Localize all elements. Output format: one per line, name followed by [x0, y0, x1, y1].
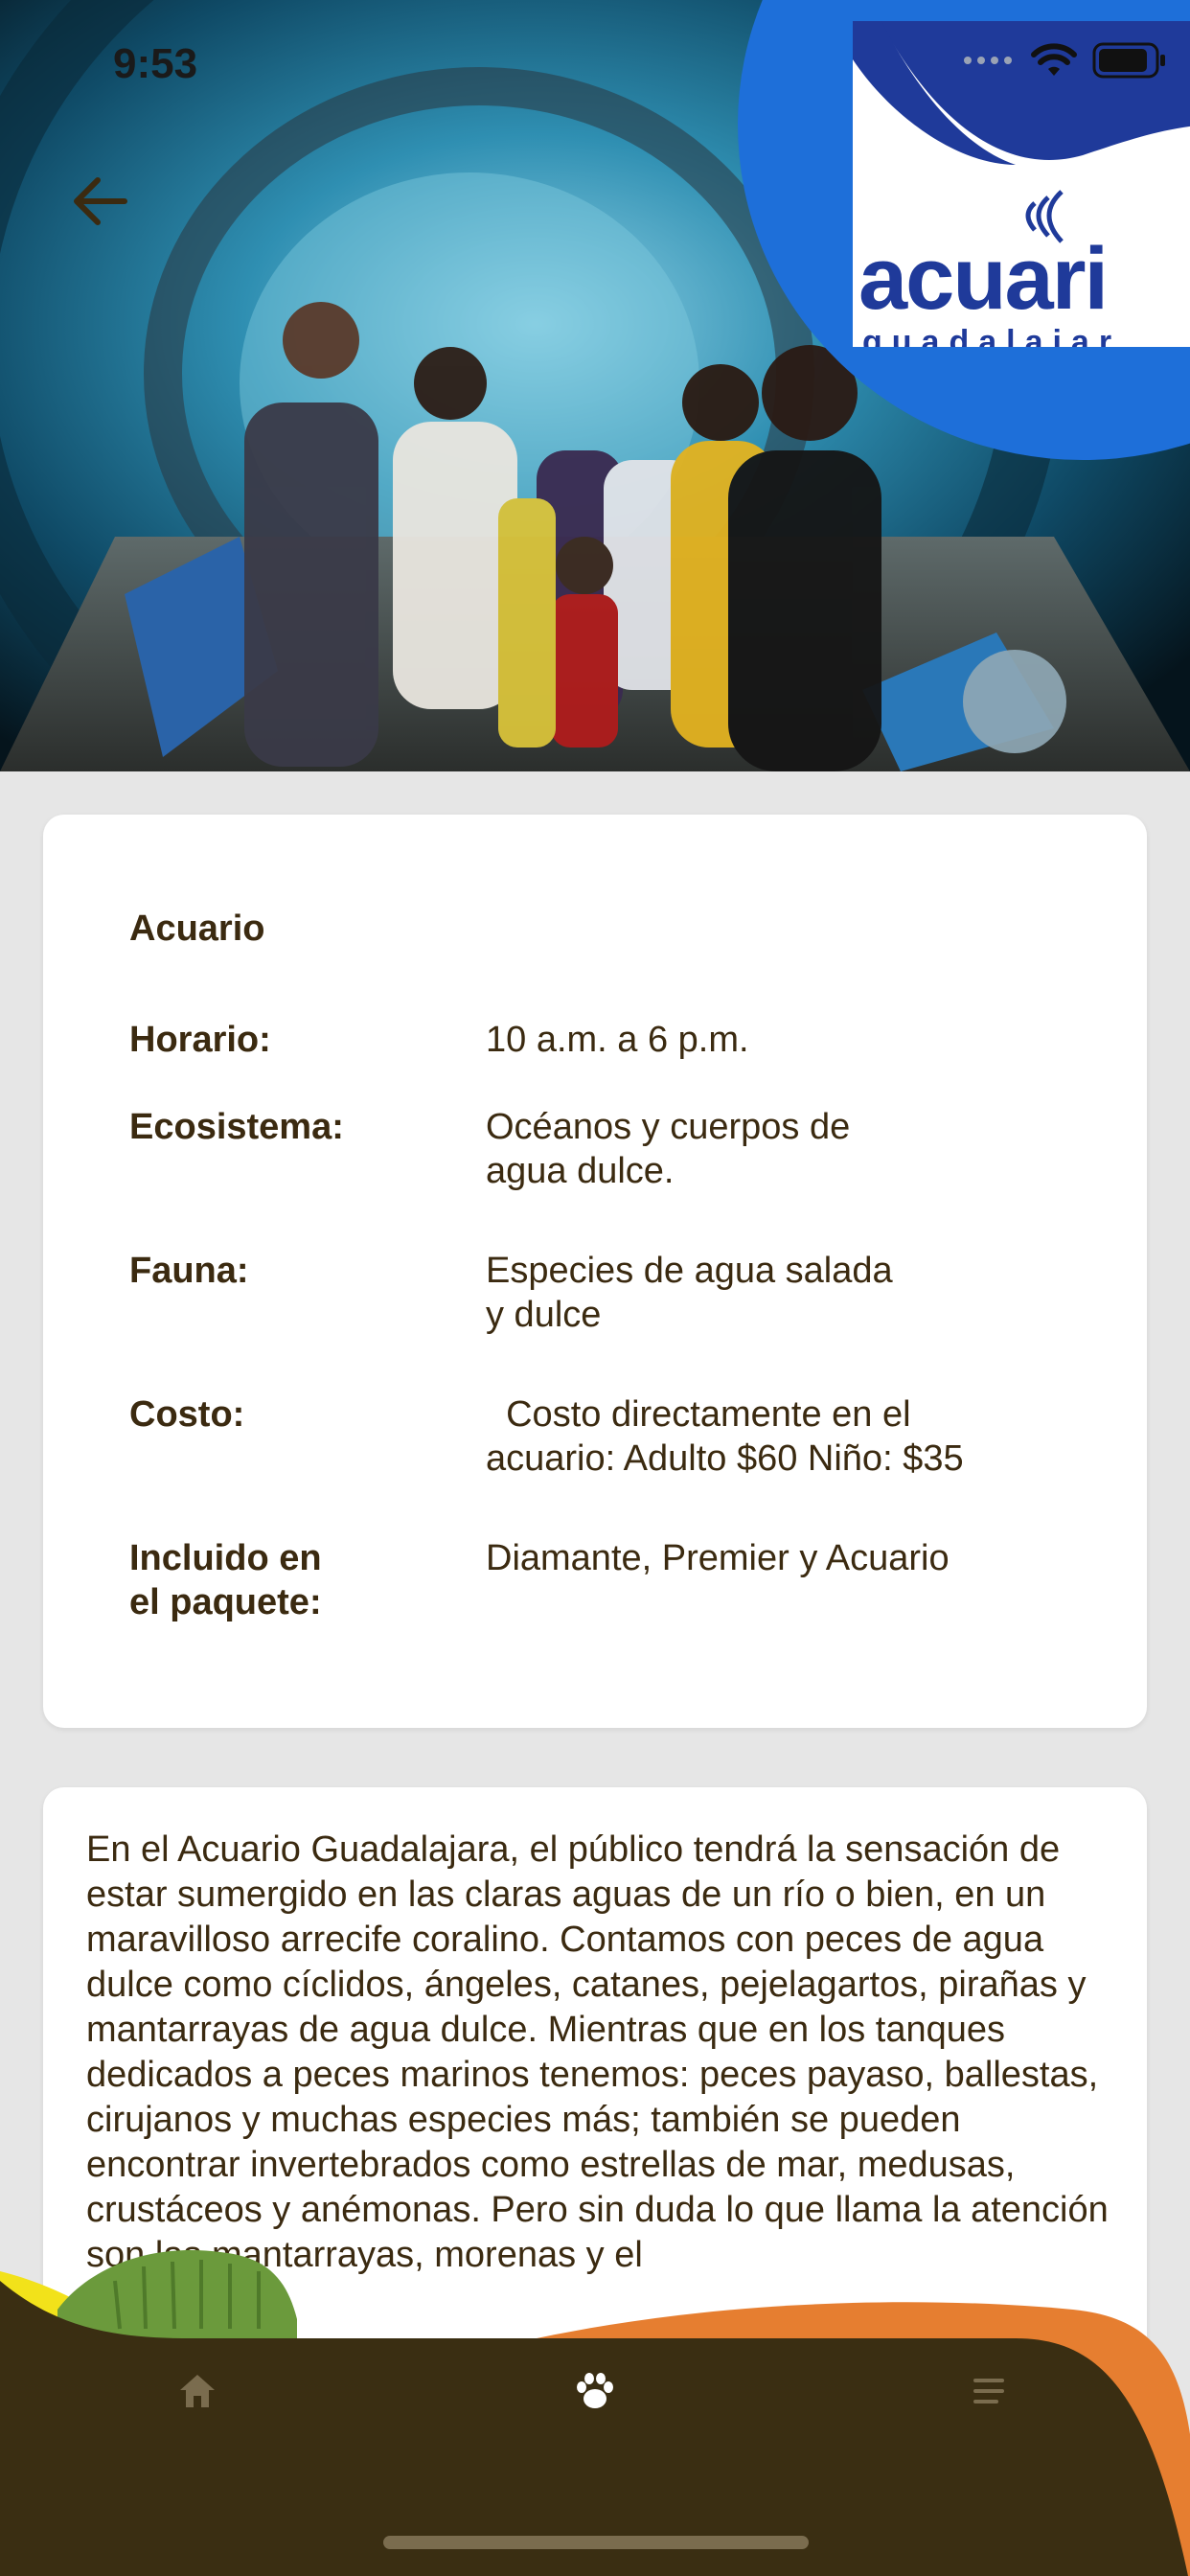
ecosystem-value: Océanos y cuerpos de agua dulce.: [486, 1107, 851, 1191]
battery-icon: [1092, 42, 1165, 79]
schedule-value: 10 a.m. a 6 p.m.: [486, 1020, 749, 1060]
nav-home[interactable]: [169, 2362, 226, 2420]
menu-icon: [973, 2379, 1004, 2404]
ecosystem-label: Ecosistema:: [129, 1107, 344, 1147]
cost-value: Costo directamente en el acuario: Adulto…: [486, 1394, 964, 1479]
home-icon: [180, 2375, 215, 2407]
status-icons: [962, 42, 1167, 79]
info-card: Acuario Horario: 10 a.m. a 6 p.m. Ecosis…: [43, 815, 1147, 1728]
cost-label: Costo:: [129, 1394, 245, 1435]
floating-action-button[interactable]: [963, 650, 1066, 753]
package-label: Incluido en el paquete:: [129, 1538, 322, 1622]
schedule-label: Horario:: [129, 1020, 271, 1060]
wifi-icon: [1031, 43, 1077, 76]
paw-icon: [577, 2373, 613, 2408]
home-indicator[interactable]: [383, 2536, 809, 2549]
arrow-left-icon: [74, 177, 127, 225]
nav-menu[interactable]: [960, 2362, 1018, 2420]
fauna-value: Especies de agua salada y dulce: [486, 1251, 893, 1335]
signal-icon: [964, 57, 1012, 64]
place-title: Acuario: [129, 908, 265, 949]
nav-animals[interactable]: [566, 2362, 624, 2420]
logo-text: acuari: [858, 230, 1109, 328]
back-button[interactable]: [67, 168, 134, 235]
description-text: En el Acuario Guadalajara, el público te…: [86, 1829, 1109, 2275]
logo-subtext: guadalajar: [862, 324, 1122, 347]
fauna-label: Fauna:: [129, 1251, 249, 1291]
status-time: 9:53: [113, 40, 198, 87]
hero-image: 9:53 acuari guadalajar: [0, 0, 1190, 771]
package-value: Diamante, Premier y Acuario: [486, 1538, 950, 1578]
